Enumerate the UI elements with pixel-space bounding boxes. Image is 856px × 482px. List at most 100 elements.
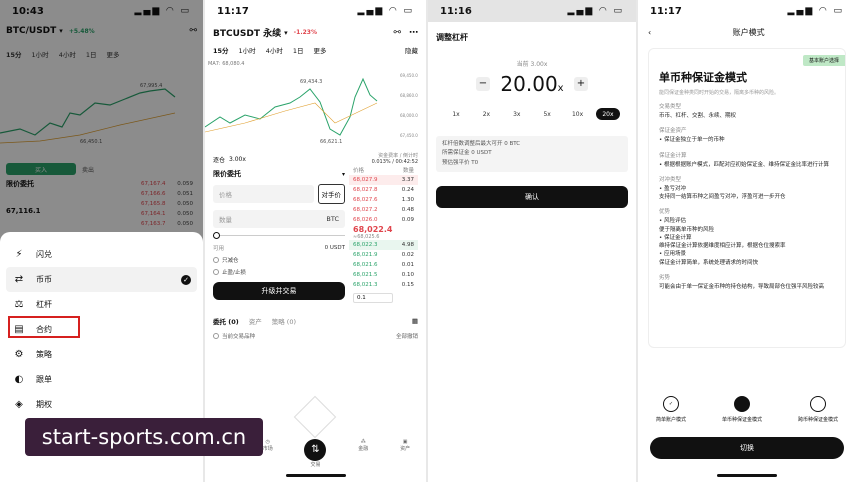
nav-finance[interactable]: ⁂ 金融 <box>358 439 368 468</box>
chevron-down-icon: ▾ <box>341 170 345 178</box>
cancel-all-button[interactable]: 全部撤销 <box>396 332 418 340</box>
check-icon: ✓ <box>181 274 191 285</box>
hide-chart-button[interactable]: 隐藏 <box>405 45 418 55</box>
watermark: start-sports.com.cn <box>25 418 263 456</box>
bid-price[interactable]: 68,021.5 <box>353 272 378 278</box>
nav-assets[interactable]: ▣ 资产 <box>400 439 410 468</box>
candle-icon[interactable]: ⚯ <box>393 28 401 38</box>
leverage-input[interactable]: 20.00 <box>500 72 557 96</box>
tab-1d[interactable]: 1日 <box>293 45 304 55</box>
current-pair-label: 当前交易品种 <box>222 334 256 340</box>
confirm-button[interactable]: 确认 <box>436 186 628 209</box>
order-book: 资金费率 / 倒计时 0.013% / 00:42:52 价格 数量 68,027… <box>349 152 418 306</box>
leverage-value[interactable]: 3.00x <box>229 156 246 163</box>
ob-header-price: 价格 <box>353 168 365 174</box>
chip-3x[interactable]: 3x <box>505 108 529 120</box>
ask-price[interactable]: 68,027.9 <box>353 177 378 183</box>
chart-high-label: 69,434.3 <box>300 79 322 85</box>
menu-item-spot[interactable]: ⇄ 币币 ✓ <box>6 267 197 292</box>
mode-card: 基本账户选择 单币种保证金模式 能同保证金种类同时开始的交易，隔离多币种的风险。… <box>648 48 846 348</box>
ask-qty: 0.09 <box>401 217 414 223</box>
options-icon: ◈ <box>15 399 23 410</box>
tab-more[interactable]: 更多 <box>313 45 326 55</box>
menu-item-copy[interactable]: ◐ 跟单 <box>12 367 191 392</box>
chip-10x[interactable]: 10x <box>566 108 590 120</box>
ask-price[interactable]: 68,026.0 <box>353 217 378 223</box>
pair-title[interactable]: BTCUSDT 永续 <box>213 26 281 39</box>
available-label: 可用 <box>213 246 225 252</box>
qty-unit[interactable]: BTC <box>326 215 339 223</box>
leverage-info: 杠杆倍数调整后最大可开 0 BTC 所需保证金 0 USDT 预估强平价 T0 <box>436 136 628 173</box>
menu-item-margin[interactable]: ⚖ 杠杆 <box>12 292 191 317</box>
option-simple[interactable]: ✓ 简单账户模式 <box>656 396 686 423</box>
tab-1h[interactable]: 1小时 <box>239 45 256 55</box>
depth-select[interactable]: 0.1 <box>353 293 393 303</box>
tpsl-checkbox[interactable] <box>213 269 219 275</box>
swap-icon: ⇄ <box>14 274 24 285</box>
panel-leverage: 11:16 ▂▄▆ ◠ ▭ 调整杠杆 当前 3.00x − 20.00x + 1… <box>428 0 636 482</box>
funding-label: 资金费率 / 倒计时 <box>378 153 418 159</box>
menu-label: 期权 <box>36 400 52 409</box>
bid-price[interactable]: 68,021.3 <box>353 282 378 288</box>
order-form: 逐仓 3.00x 限价委托 ▾ 价格 对手价 数量 BTC 可用 0 USDT 只减… <box>213 152 345 306</box>
back-icon[interactable]: ‹ <box>648 28 651 37</box>
nav-label: 资产 <box>400 446 411 452</box>
highlight-box <box>8 316 80 338</box>
section-value: • 风险评估 便于隔离单币种的风险 • 保证金计算 维持保证金计算依据维度相应计… <box>659 218 786 266</box>
option-single[interactable]: 单币种保证金模式 <box>722 396 762 423</box>
reduce-only-checkbox[interactable] <box>213 257 219 263</box>
tab-strategy[interactable]: 策略 (0) <box>272 316 296 326</box>
margin-mode[interactable]: 逐仓 <box>213 155 225 164</box>
nav-market[interactable]: ◷ 市场 <box>263 439 273 468</box>
sheet-title: 调整杠杆 <box>436 33 468 42</box>
axis-tick: 67,450.0 <box>400 133 418 138</box>
counter-price-button[interactable]: 对手价 <box>317 184 345 204</box>
tab-15m[interactable]: 15分 <box>213 45 229 55</box>
reduce-only-label: 只减仓 <box>222 258 239 264</box>
option-label: 简单账户模式 <box>655 417 686 423</box>
upgrade-trade-button[interactable]: 升级并交易 <box>213 282 345 300</box>
bid-price[interactable]: 68,021.6 <box>353 262 378 268</box>
bid-price[interactable]: 68,021.9 <box>353 252 378 258</box>
panel-futures: 11:17 ▂▄▆ ◠ ▭ BTCUSDT 永续 ▾ -1.23% ⚯ ⋯ 15… <box>205 0 426 482</box>
price-input[interactable]: 价格 <box>213 185 314 203</box>
page-title: 账户模式 <box>732 27 765 37</box>
signal-wifi-battery-icon: ▂▄▆ ◠ ▭ <box>787 6 844 16</box>
menu-item-options[interactable]: ◈ 期权 <box>12 392 191 417</box>
current-leverage: 当前 3.00x <box>516 61 548 68</box>
tab-assets[interactable]: 资产 <box>249 316 262 326</box>
plus-button[interactable]: + <box>574 77 588 91</box>
tab-4h[interactable]: 4小时 <box>266 45 283 55</box>
chip-1x[interactable]: 1x <box>444 108 468 120</box>
menu-label: 杠杆 <box>36 300 52 309</box>
ask-price[interactable]: 68,027.2 <box>353 207 378 213</box>
qty-input[interactable]: 数量 BTC <box>213 210 345 228</box>
home-indicator <box>285 474 346 477</box>
order-history-icon[interactable]: ▦ <box>412 317 418 325</box>
minus-button[interactable]: − <box>476 77 490 91</box>
menu-item-strategy[interactable]: ⚙ 策略 <box>12 342 191 367</box>
status-bar: 11:17 ▂▄▆ ◠ ▭ <box>638 0 856 22</box>
bid-price[interactable]: 68,022.3 <box>353 242 378 248</box>
option-cross[interactable]: 跨币种保证金模式 <box>798 396 838 423</box>
amount-slider[interactable] <box>213 228 345 242</box>
nav-trade[interactable]: ⇅ 交易 <box>304 439 327 468</box>
ask-qty: 1.30 <box>401 197 414 203</box>
chip-5x[interactable]: 5x <box>535 108 559 120</box>
ask-price[interactable]: 68,027.6 <box>353 197 378 203</box>
chip-20x[interactable]: 20x <box>595 108 620 120</box>
ask-qty: 0.24 <box>401 187 414 193</box>
switch-button[interactable]: 切换 <box>650 437 844 459</box>
info-line: 所需保证金 0 USDT <box>442 150 492 157</box>
axis-tick: 68,860.0 <box>400 93 418 98</box>
more-icon[interactable]: ⋯ <box>409 28 418 38</box>
leverage-sheet: 调整杠杆 当前 3.00x − 20.00x + 1x 2x 3x 5x 10x… <box>428 22 636 482</box>
order-type-select[interactable]: 限价委托 <box>213 169 241 179</box>
menu-item-flash[interactable]: ⚡ 闪兑 <box>12 242 191 267</box>
ask-price[interactable]: 68,027.8 <box>353 187 378 193</box>
chip-2x[interactable]: 2x <box>474 108 498 120</box>
slider-handle[interactable] <box>213 232 220 239</box>
current-pair-checkbox[interactable] <box>213 333 219 339</box>
tab-orders[interactable]: 委托 (0) <box>213 316 239 326</box>
section-value: • 保证金独立于单一的币种 <box>659 137 725 144</box>
